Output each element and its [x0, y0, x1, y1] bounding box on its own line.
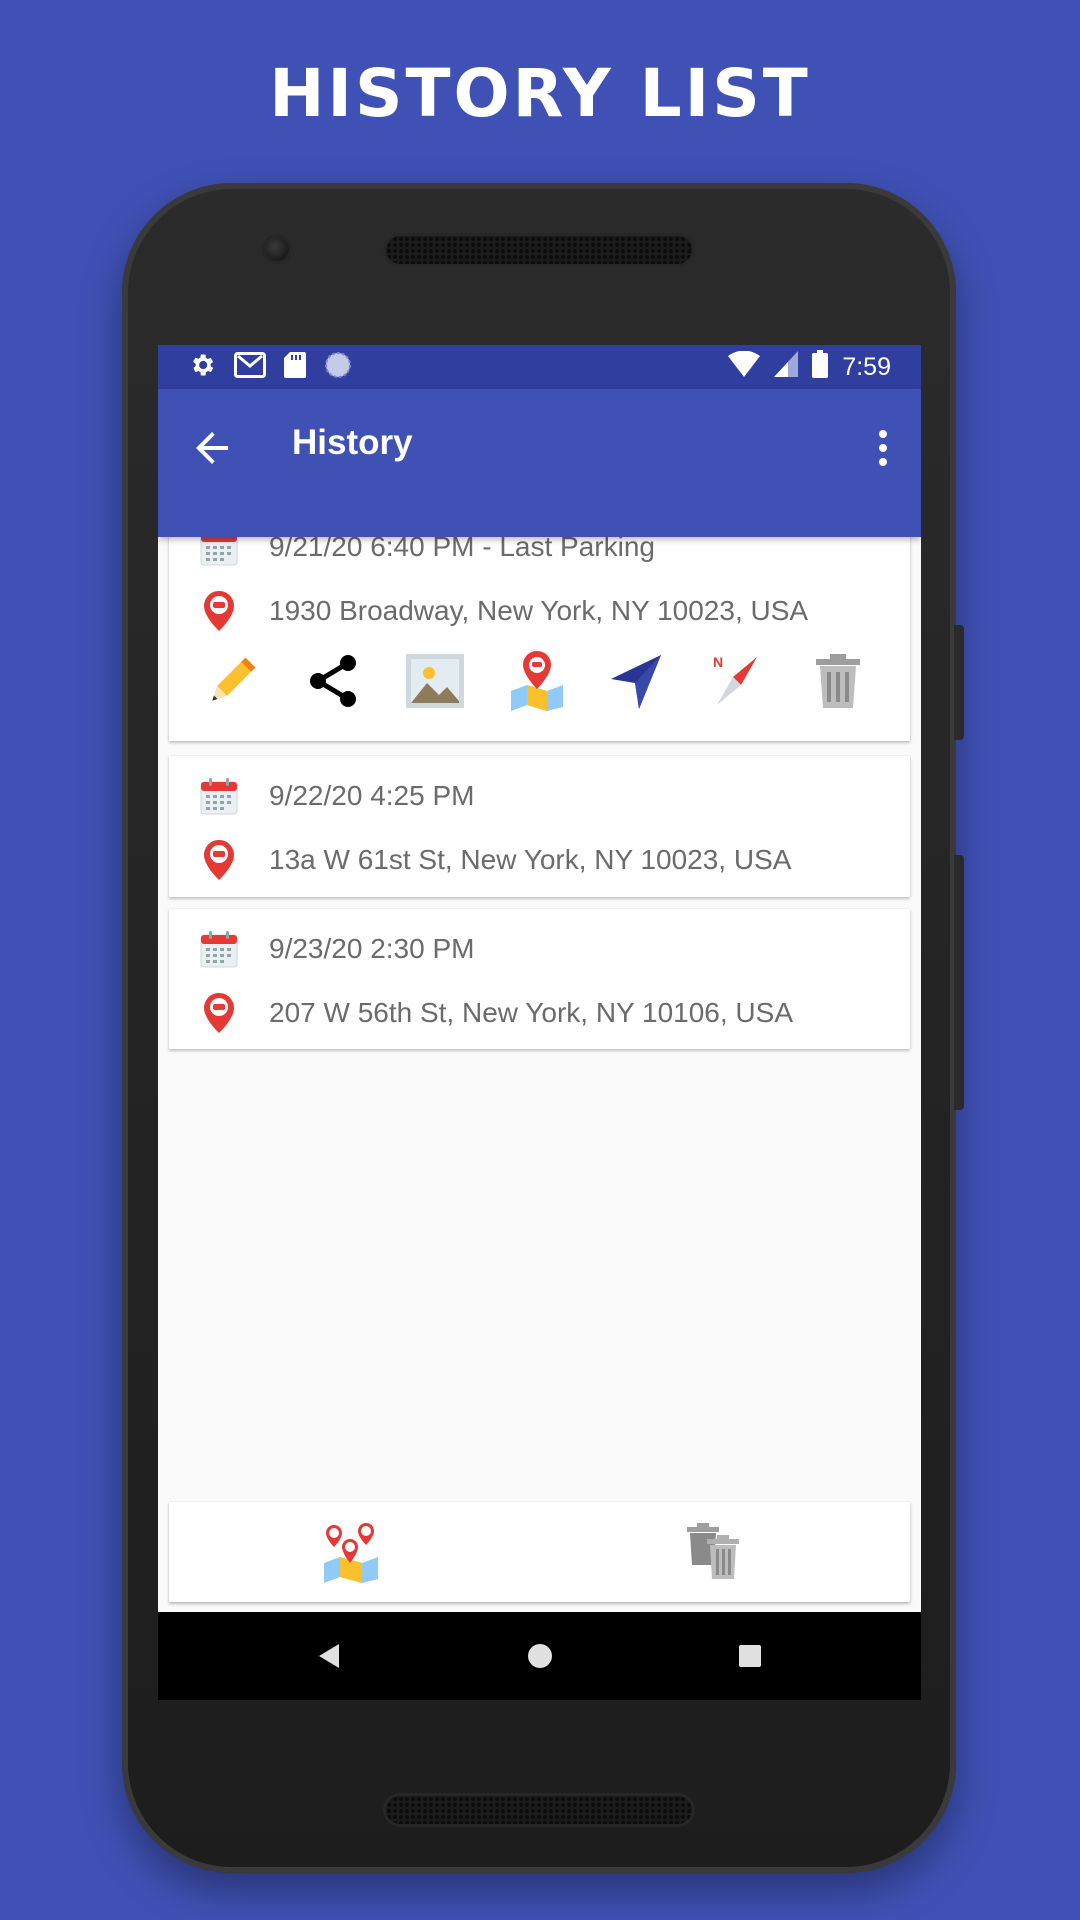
nav-home-button[interactable]: [518, 1634, 562, 1678]
photo-icon: [406, 654, 464, 708]
nav-back-button[interactable]: [306, 1634, 350, 1678]
phone-camera: [265, 237, 289, 261]
sd-card-icon: [284, 351, 306, 383]
compass-icon: N: [713, 654, 757, 705]
photo-button[interactable]: [403, 649, 467, 713]
calendar-icon: [199, 776, 239, 816]
settings-icon: [188, 351, 216, 384]
square-recents-icon: [739, 1645, 761, 1667]
show-all-on-map-button[interactable]: [319, 1520, 383, 1584]
history-address: 13a W 61st St, New York, NY 10023, USA: [269, 844, 792, 875]
history-address: 207 W 56th St, New York, NY 10106, USA: [269, 997, 794, 1028]
history-datetime: 9/22/20 4:25 PM: [269, 780, 475, 811]
more-vert-icon: [879, 430, 887, 466]
status-time: 7:59: [842, 352, 891, 381]
bottom-action-bar: [169, 1502, 910, 1602]
svg-text:N: N: [713, 654, 723, 670]
history-datetime: 9/23/20 2:30 PM: [269, 933, 475, 964]
delete-button[interactable]: [806, 649, 870, 713]
share-button[interactable]: [302, 649, 366, 713]
history-actions: N: [169, 649, 910, 719]
delete-all-button[interactable]: [684, 1520, 748, 1584]
page-title: History: [292, 423, 413, 462]
history-address: 1930 Broadway, New York, NY 10023, USA: [269, 595, 809, 626]
app-bar: History: [158, 389, 921, 537]
history-card[interactable]: 9/22/20 4:25 PM 13a W 61st St, New York,…: [169, 756, 910, 897]
trash-icon: [816, 654, 860, 708]
navigation-arrow-icon: [611, 655, 661, 709]
edit-button[interactable]: [200, 649, 264, 713]
system-nav-bar: [158, 1612, 921, 1700]
history-card[interactable]: 9/23/20 2:30 PM 207 W 56th St, New York,…: [169, 909, 910, 1049]
overflow-menu-button[interactable]: [873, 424, 893, 472]
compass-button[interactable]: N: [705, 649, 769, 713]
share-icon: [310, 655, 356, 707]
app-screen: 7:59 History 9/21/20 6:40 PM - Last Park…: [158, 345, 921, 1700]
parking-marker-icon: [199, 591, 239, 631]
phone-volume-button: [954, 855, 964, 1110]
triangle-back-icon: [319, 1644, 339, 1668]
arrow-back-icon: [196, 432, 228, 464]
circle-home-icon: [528, 1644, 552, 1668]
promo-headline: HISTORY LIST: [269, 55, 811, 132]
parking-marker-icon: [199, 840, 239, 880]
status-bar: 7:59: [158, 345, 921, 389]
show-on-map-button[interactable]: [505, 649, 569, 713]
multi-marker-map-icon: [324, 1523, 378, 1583]
map-marker-icon: [511, 651, 563, 711]
gmail-icon: [234, 351, 266, 383]
parking-marker-icon: [199, 993, 239, 1033]
phone-power-button: [954, 625, 964, 740]
cell-signal-icon: [774, 350, 799, 384]
phone-speaker-top: [386, 236, 692, 264]
nav-recents-button[interactable]: [728, 1634, 772, 1678]
back-button[interactable]: [188, 424, 236, 472]
wifi-icon: [728, 350, 761, 384]
navigate-button[interactable]: [603, 649, 667, 713]
phone-speaker-bottom: [386, 1796, 692, 1824]
pencil-icon: [212, 657, 256, 701]
calendar-icon: [199, 929, 239, 969]
history-card[interactable]: 9/21/20 6:40 PM - Last Parking 1930 Broa…: [169, 503, 910, 741]
delete-all-trash-icon: [687, 1523, 739, 1579]
sync-icon: [324, 351, 352, 384]
battery-icon: [812, 349, 829, 385]
